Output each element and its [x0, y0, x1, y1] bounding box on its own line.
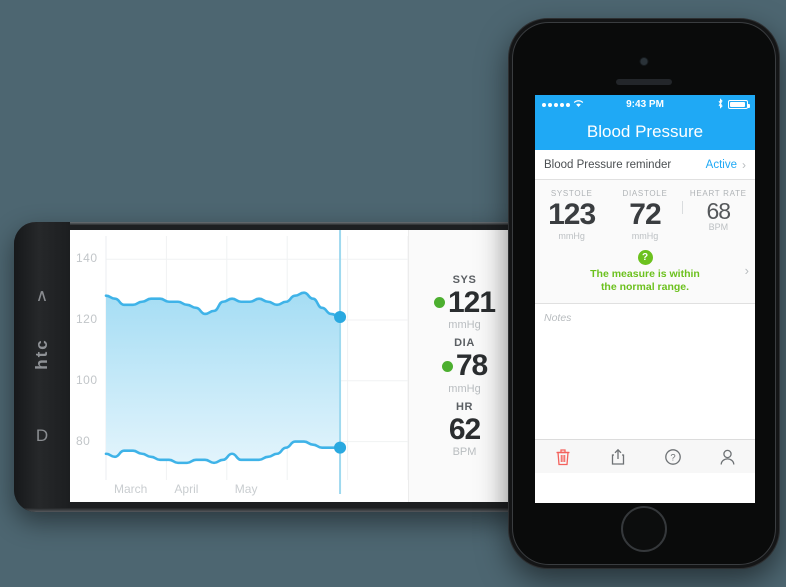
- systolic-marker: [334, 310, 347, 323]
- account-button[interactable]: [700, 448, 755, 466]
- measure-diastole-value: 72: [629, 198, 661, 231]
- stat-sys-value: 121: [447, 285, 496, 319]
- reminder-row[interactable]: Blood Pressure reminder Active ›: [535, 150, 755, 180]
- status-message-line1: The measure is within: [590, 267, 700, 280]
- measure-heart-rate-unit: BPM: [708, 222, 729, 233]
- bluetooth-icon: [717, 97, 724, 112]
- chart-y-tick: 140: [76, 251, 98, 266]
- measure-systole-value: 123: [548, 198, 596, 231]
- blood-pressure-chart[interactable]: 140 120 100 80 March April May: [70, 230, 408, 502]
- page-title: Blood Pressure: [586, 122, 704, 141]
- home-button[interactable]: [621, 506, 667, 552]
- status-message-line2: the normal range.: [600, 281, 690, 294]
- stat-dia-dot: [441, 360, 453, 372]
- help-icon: ?: [664, 448, 681, 465]
- nav-bar: Blood Pressure: [535, 114, 755, 150]
- status-bar-time: 9:43 PM: [626, 99, 664, 110]
- svg-text:?: ?: [670, 452, 675, 463]
- chart-y-tick: 120: [76, 312, 98, 326]
- measure-systole: SYSTOLE 123 mmHg: [535, 189, 608, 241]
- share-icon: [611, 448, 624, 465]
- wifi-icon: [573, 99, 584, 111]
- chevron-right-icon: ›: [744, 263, 749, 279]
- stat-hr-label: HR: [455, 400, 474, 413]
- bottom-toolbar: ?: [535, 439, 755, 473]
- question-mark-badge-icon: ?: [637, 249, 653, 265]
- measure-diastole-unit: mmHg: [631, 230, 659, 241]
- notes-field[interactable]: Notes: [535, 302, 755, 439]
- stat-dia-value: 78: [455, 349, 488, 383]
- measure-systole-label: SYSTOLE: [550, 189, 593, 198]
- diastolic-marker: [334, 441, 347, 454]
- reminder-status-badge: Active: [705, 158, 737, 171]
- chart-area-fill: [106, 292, 341, 463]
- stat-sys-dot: [433, 297, 445, 308]
- recent-apps-button[interactable]: D: [28, 422, 56, 450]
- chart-x-tick: May: [234, 482, 258, 496]
- front-camera-icon: [639, 57, 649, 66]
- back-button[interactable]: ∧: [28, 282, 56, 310]
- chart-svg: [104, 230, 408, 494]
- stat-hr-unit: BPM: [452, 446, 477, 459]
- measure-heart-rate-label: HEART RATE: [689, 189, 747, 198]
- chevron-right-icon: ›: [742, 157, 746, 172]
- chart-x-tick: March: [114, 482, 148, 496]
- stat-sys: SYS 121 mmHg: [409, 273, 520, 332]
- delete-icon: [556, 448, 569, 465]
- stat-dia-label: DIA: [454, 337, 475, 350]
- stat-sys-unit: mmHg: [448, 319, 481, 332]
- measure-diastole: DIASTOLE 72 mmHg: [608, 189, 681, 241]
- share-button[interactable]: [590, 448, 645, 466]
- android-bezel: ∧ htc D: [14, 222, 70, 512]
- measurement-block: SYSTOLE 123 mmHg DIASTOLE 72 mmHg HEART …: [535, 180, 755, 303]
- status-bar: 9:43 PM: [535, 95, 755, 114]
- stat-dia: DIA 78 mmHg: [409, 337, 520, 395]
- ios-content: Blood Pressure reminder Active › SYSTOLE…: [535, 150, 755, 473]
- measure-heart-rate: HEART RATE 68 BPM: [681, 189, 755, 233]
- chart-x-tick: April: [174, 482, 199, 496]
- android-stats-panel: SYS 121 mmHg DIA 78 mmHg HR 62 BPM: [408, 230, 520, 502]
- stat-hr-value: 62: [448, 412, 481, 446]
- android-device: ∧ htc D 140 120 100 80 March April May S…: [14, 222, 524, 512]
- earpiece-speaker-icon: [616, 79, 672, 85]
- delete-button[interactable]: [535, 448, 590, 466]
- account-icon: [720, 449, 735, 465]
- battery-icon: [728, 100, 751, 109]
- stat-hr: HR 62 BPM: [409, 401, 520, 459]
- chart-y-tick: 80: [76, 433, 91, 448]
- reminder-label: Blood Pressure reminder: [544, 158, 672, 171]
- chart-y-tick: 100: [76, 372, 98, 387]
- notes-placeholder: Notes: [544, 311, 572, 324]
- signal-dots-icon: [542, 102, 570, 107]
- measure-diastole-label: DIASTOLE: [622, 189, 668, 198]
- htc-logo: htc: [32, 338, 51, 370]
- measure-heart-rate-value: 68: [706, 198, 732, 224]
- stat-sys-label: SYS: [452, 273, 477, 286]
- stat-dia-unit: mmHg: [448, 382, 481, 395]
- measurement-row: SYSTOLE 123 mmHg DIASTOLE 72 mmHg HEART …: [535, 189, 755, 241]
- iphone-screen: 9:43 PM Blood Pressure Blood Pressure re…: [535, 95, 755, 503]
- iphone-device: 9:43 PM Blood Pressure Blood Pressure re…: [508, 18, 780, 569]
- help-button[interactable]: ?: [645, 448, 700, 466]
- android-screen: 140 120 100 80 March April May SYS 121 mmHg D…: [70, 230, 520, 502]
- measure-systole-unit: mmHg: [558, 230, 585, 241]
- status-message-row[interactable]: ? The measure is within the normal range…: [535, 247, 755, 295]
